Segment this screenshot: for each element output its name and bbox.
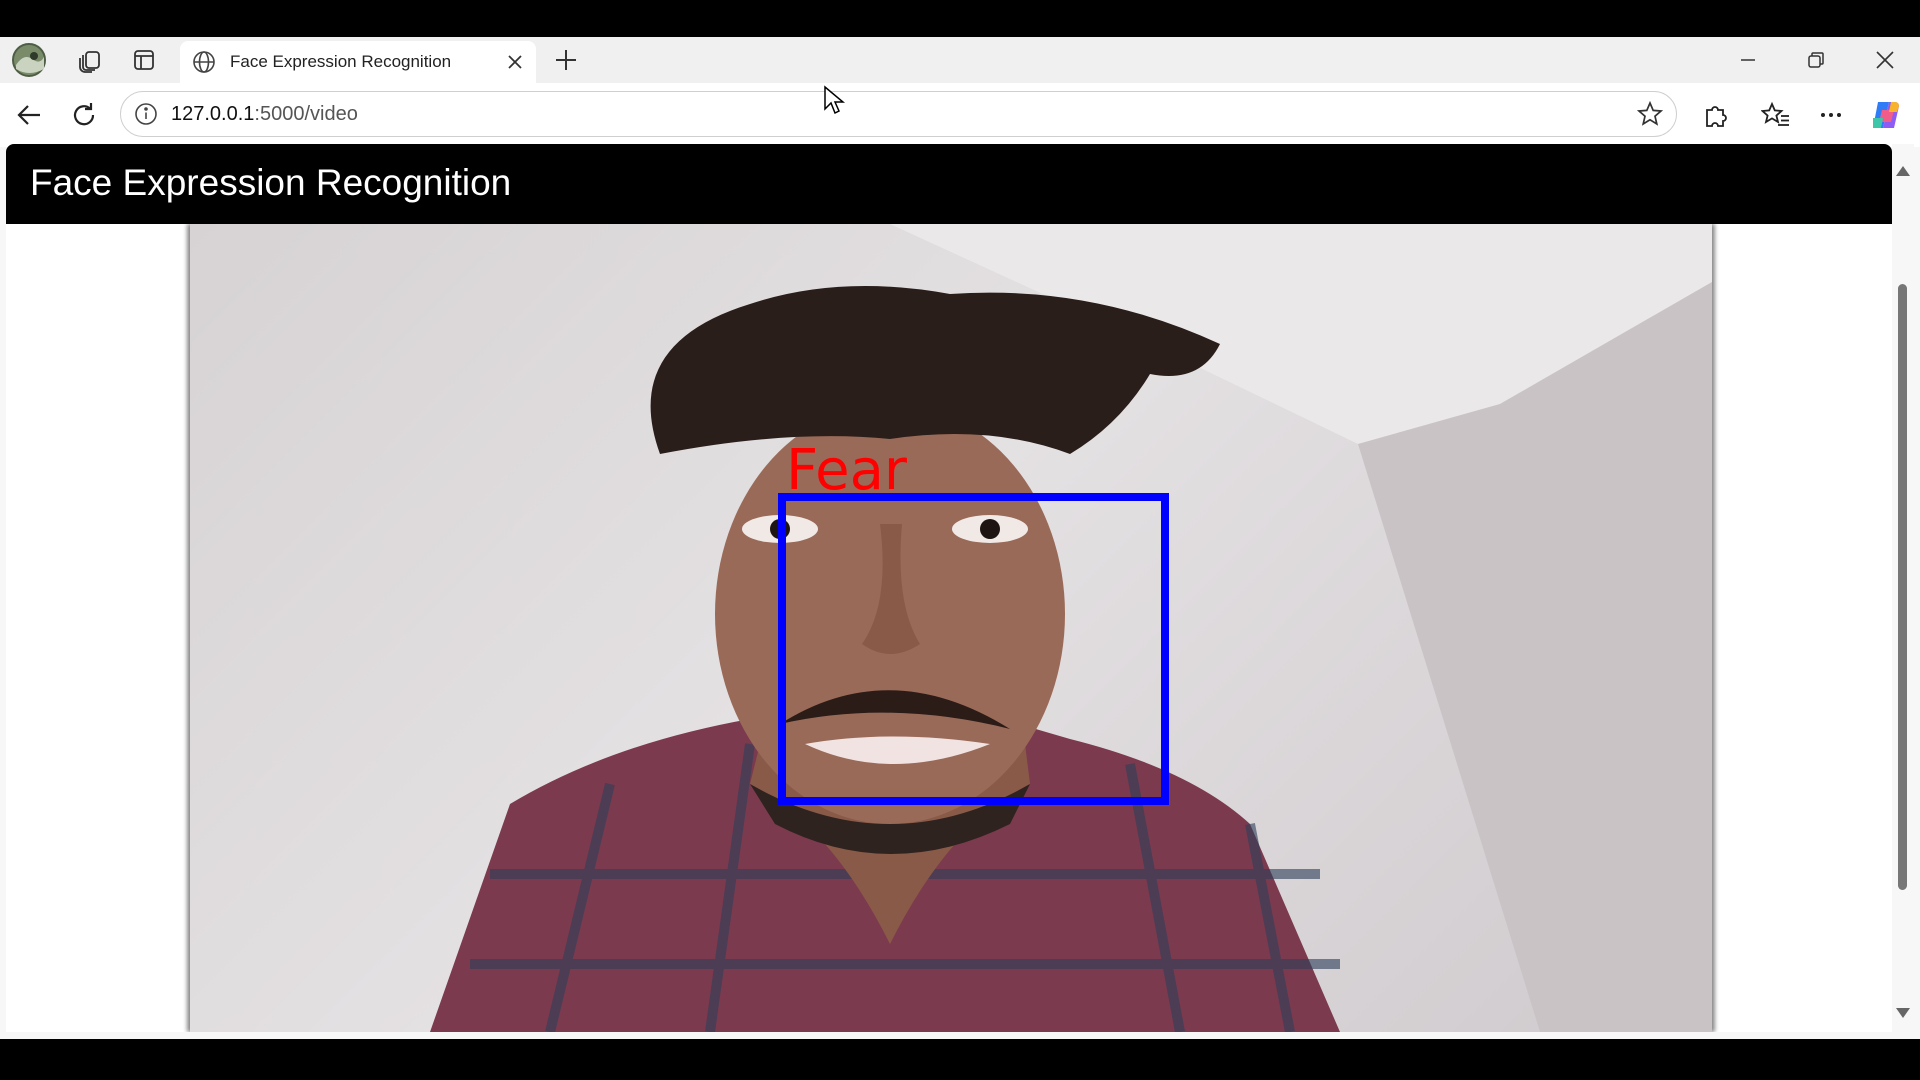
globe-icon — [193, 51, 215, 73]
url-host: 127.0.0.1 — [171, 103, 255, 125]
profile-icon — [12, 43, 46, 77]
copilot-button[interactable] — [1866, 95, 1906, 135]
close-window-button[interactable] — [1865, 40, 1905, 80]
back-arrow-icon — [17, 105, 40, 125]
right-pupil — [980, 519, 1000, 539]
puzzle-icon — [1706, 106, 1727, 127]
profile-button[interactable] — [9, 40, 49, 80]
collections-icon — [79, 51, 100, 73]
restore-icon — [1808, 52, 1824, 68]
restore-button[interactable] — [1796, 40, 1836, 80]
more-button[interactable] — [1811, 95, 1851, 135]
page-viewport: Face Expression Recognition Fear — [6, 144, 1892, 1032]
video-feed: Fear — [190, 224, 1712, 1032]
vertical-scrollbar[interactable] — [1892, 144, 1914, 1032]
expression-label: Fear — [786, 438, 908, 503]
mouse-cursor-icon — [824, 85, 845, 115]
collections-button[interactable] — [70, 40, 110, 80]
minimize-icon — [1741, 59, 1755, 61]
tab-actions-icon — [134, 50, 154, 70]
copilot-icon — [1873, 102, 1899, 128]
more-icon — [1821, 113, 1841, 117]
tab-actions-button[interactable] — [124, 40, 164, 80]
scroll-down-arrow-icon[interactable] — [1896, 1008, 1910, 1018]
video-scene: Fear — [430, 224, 1712, 1032]
close-icon[interactable] — [506, 53, 524, 71]
back-button[interactable] — [9, 95, 49, 135]
info-icon[interactable] — [134, 102, 158, 126]
close-icon — [1876, 51, 1894, 69]
active-tab[interactable]: Face Expression Recognition — [180, 41, 536, 83]
refresh-icon — [73, 103, 95, 126]
url-path: :5000/video — [254, 103, 358, 125]
tab-title: Face Expression Recognition — [230, 52, 452, 71]
favorites-icon — [1761, 101, 1789, 126]
refresh-button[interactable] — [64, 95, 104, 135]
tab-bar: Face Expression Recognition — [0, 37, 1920, 83]
plus-icon — [556, 50, 576, 70]
browser-window: Face Expression Recognition 127.0.0.1:50… — [0, 37, 1920, 1039]
scroll-up-arrow-icon[interactable] — [1896, 166, 1910, 176]
page-title: Face Expression Recognition — [30, 162, 512, 203]
page-header: Face Expression Recognition — [6, 144, 1892, 224]
extensions-button[interactable] — [1696, 95, 1736, 135]
favorites-button[interactable] — [1756, 95, 1796, 135]
new-tab-button[interactable] — [546, 40, 586, 80]
minimize-button[interactable] — [1728, 40, 1768, 80]
star-icon[interactable] — [1637, 101, 1663, 127]
navigation-toolbar: 127.0.0.1:5000/video — [0, 83, 1920, 147]
address-bar[interactable]: 127.0.0.1:5000/video — [120, 91, 1677, 137]
scrollbar-thumb[interactable] — [1898, 284, 1907, 890]
url-text[interactable]: 127.0.0.1:5000/video — [171, 103, 358, 126]
